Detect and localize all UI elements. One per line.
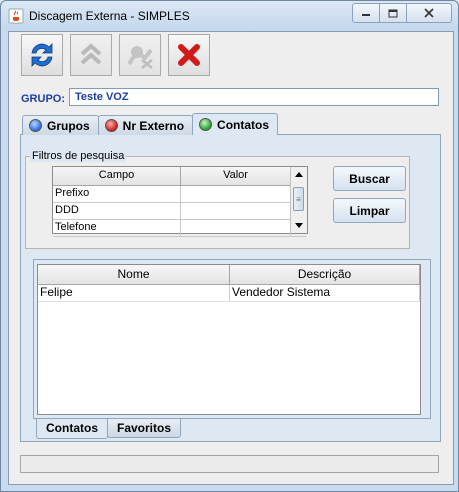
filter-scrollbar[interactable]: ≡ [290,167,307,233]
main-tabs: Grupos Nr Externo Contatos [22,113,279,135]
scroll-thumb[interactable]: ≡ [293,187,304,211]
column-header-campo[interactable]: Campo [53,167,181,185]
maximize-button[interactable] [380,3,407,23]
filter-table-header: Campo Valor [53,167,307,186]
table-row[interactable]: Felipe Vendedor Sistema [38,285,420,302]
client-area: GRUPO: Teste VOZ Grupos Nr Externo Conta… [8,31,454,485]
valor-cell[interactable] [181,203,291,219]
close-window-button[interactable] [407,3,452,23]
status-bar [20,455,439,473]
bottom-tab-contatos[interactable]: Contatos [36,419,108,439]
bottom-tabs: Contatos Favoritos [36,419,182,439]
minimize-button[interactable] [352,3,380,23]
table-row[interactable]: DDD [53,203,307,220]
bottom-tab-favoritos[interactable]: Favoritos [107,419,182,438]
valor-cell[interactable] [181,220,291,236]
grupo-field[interactable]: Teste VOZ [69,88,439,106]
disconnect-button[interactable] [119,34,161,76]
buscar-button[interactable]: Buscar [333,166,406,191]
double-chevron-up-icon [80,43,102,65]
column-header-descricao[interactable]: Descrição [230,265,420,284]
refresh-button[interactable] [21,34,63,76]
red-x-icon [178,44,200,66]
arrow-up-icon [295,172,303,177]
move-up-button[interactable] [70,34,112,76]
scroll-down-button[interactable] [291,218,307,233]
minimize-icon [362,14,370,16]
arrow-down-icon [295,223,303,228]
campo-cell: Telefone [53,220,181,236]
tab-label: Nr Externo [122,118,185,133]
valor-cell[interactable] [181,186,291,202]
window-title: Discagem Externa - SIMPLES [29,9,190,23]
filter-legend: Filtros de pesquisa [30,150,127,162]
limpar-button[interactable]: Limpar [333,198,406,223]
campo-cell: DDD [53,203,181,219]
results-table: Nome Descrição Felipe Vendedor Sistema [37,264,421,415]
scroll-up-button[interactable] [291,167,307,182]
campo-cell: Prefixo [53,186,181,202]
column-header-nome[interactable]: Nome [38,265,230,284]
tab-contatos[interactable]: Contatos [192,113,279,135]
blue-circle-icon [29,119,42,132]
toolbar [21,34,210,76]
app-window: Discagem Externa - SIMPLES GRUPO: Teste … [0,0,459,492]
tab-grupos[interactable]: Grupos [22,115,99,135]
tab-label: Grupos [47,118,90,133]
close-icon [424,8,434,18]
refresh-arrows-icon [31,43,53,67]
results-table-header: Nome Descrição [38,265,420,285]
table-row[interactable]: Prefixo [53,186,307,203]
column-header-valor[interactable]: Valor [181,167,291,185]
java-cup-icon [8,8,24,24]
tab-label: Contatos [217,117,270,132]
table-row[interactable]: Telefone [53,220,307,237]
descricao-cell: Vendedor Sistema [230,285,420,301]
green-circle-icon [199,118,213,131]
tab-nr-externo[interactable]: Nr Externo [97,115,194,135]
title-bar[interactable]: Discagem Externa - SIMPLES [1,1,458,31]
red-circle-icon [104,119,118,132]
delete-button[interactable] [168,34,210,76]
filter-table: Campo Valor Prefixo DDD Telefone ≡ [52,166,308,237]
grupo-label: GRUPO: [21,93,65,105]
disconnect-icon [127,46,153,69]
nome-cell: Felipe [38,285,230,301]
maximize-icon [388,9,398,17]
